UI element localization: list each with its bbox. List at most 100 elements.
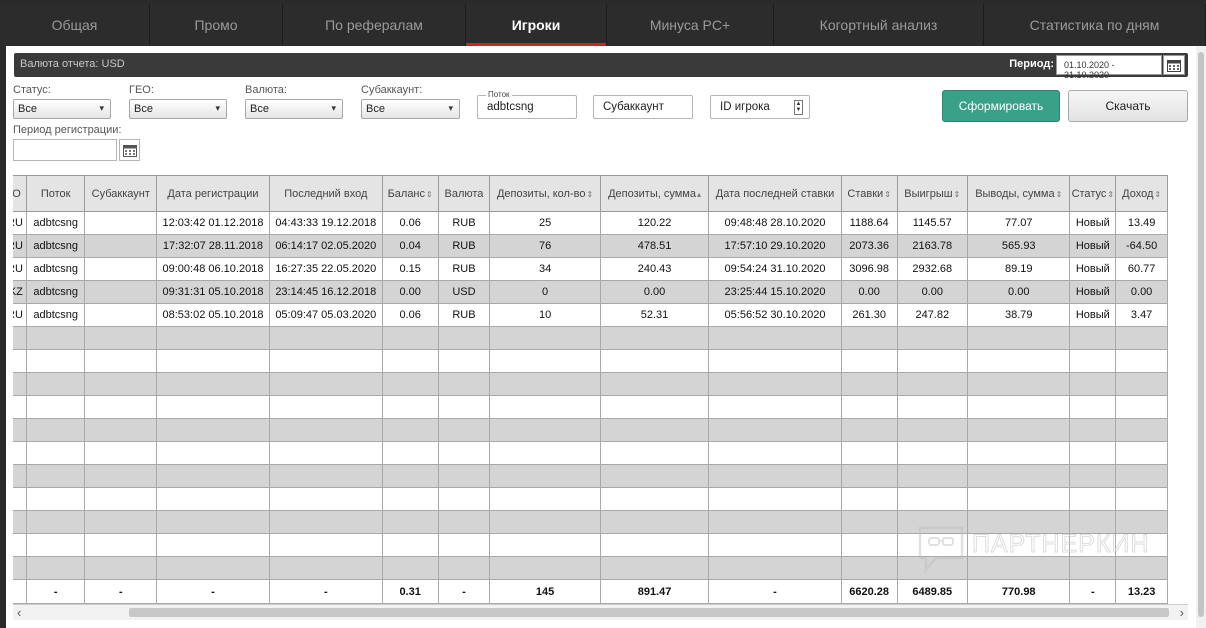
horizontal-scrollbar[interactable]: ‹ › [13, 604, 1188, 620]
table-cell [84, 303, 158, 327]
tab-item[interactable]: Когортный анализ [774, 4, 984, 46]
subaccount-select[interactable]: Все ▾ [361, 99, 460, 119]
sort-icon[interactable]: ▴ [697, 190, 701, 199]
column-header[interactable]: Дата регистрации [156, 175, 270, 212]
scroll-left-icon[interactable]: ‹ [17, 605, 21, 620]
table-cell [896, 418, 969, 442]
tab-item[interactable]: По рефералам [283, 4, 466, 46]
table-cell: 25 [489, 211, 601, 235]
table-cell [13, 326, 27, 350]
table-row[interactable]: KZadbtcsng 09:31:31 05.10.201823:14:45 16… [13, 280, 1168, 304]
sort-icon[interactable]: ⇕ [1056, 190, 1063, 199]
table-cell [156, 418, 270, 442]
tab-item[interactable]: Статистика по дням [984, 4, 1206, 46]
column-header[interactable]: Статус⇕ [1069, 175, 1117, 212]
column-header-label: Выигрыш [904, 187, 953, 200]
column-header[interactable]: Баланс⇕ [381, 175, 439, 212]
column-header-label: Последний вход [284, 187, 368, 200]
column-header[interactable]: Выводы, сумма⇕ [967, 175, 1071, 212]
table-cell: 261.30 [840, 303, 898, 327]
stepper-icon[interactable]: ▲ ▼ [794, 100, 803, 115]
empty-table-row [13, 349, 1168, 373]
vertical-scrollbar[interactable] [1196, 46, 1206, 628]
calendar-icon[interactable] [1163, 55, 1185, 75]
currency-select[interactable]: Все ▾ [245, 99, 343, 119]
table-cell [708, 487, 842, 511]
scroll-right-icon[interactable]: › [1180, 605, 1184, 620]
table-cell [708, 418, 842, 442]
table-cell: 3096.98 [840, 257, 898, 281]
column-header[interactable]: Выигрыш⇕ [896, 175, 969, 212]
table-row[interactable]: RUadbtcsng 08:53:02 05.10.201805:09:47 05… [13, 303, 1168, 327]
table-cell [13, 510, 27, 534]
table-cell: 1188.64 [840, 211, 898, 235]
column-header[interactable]: ГЕО [13, 175, 27, 212]
sort-icon[interactable]: ⇕ [1107, 190, 1114, 199]
table-cell [1115, 372, 1168, 396]
column-header[interactable]: Доход⇕ [1115, 175, 1168, 212]
column-header[interactable]: Последний вход [268, 175, 383, 212]
flow-field[interactable]: Поток adbtcsng [477, 90, 577, 119]
download-button[interactable]: Скачать [1068, 90, 1188, 122]
tab-item[interactable]: Игроки [466, 4, 607, 46]
column-header[interactable]: Валюта [437, 175, 491, 212]
report-currency-label: Валюта отчета: USD [20, 58, 125, 70]
total-cell: 770.98 [967, 579, 1071, 604]
table-cell: 06:14:17 02.05.2020 [268, 234, 383, 258]
table-cell [840, 372, 898, 396]
column-header[interactable]: Дата последней ставки [708, 175, 842, 212]
table-row[interactable]: RUadbtcsng 12:03:42 01.12.201804:43:33 19… [13, 211, 1168, 235]
table-cell: 565.93 [967, 234, 1071, 258]
column-header[interactable]: Ставки⇕ [840, 175, 898, 212]
dropdown-arrow-icon: ▾ [99, 103, 104, 113]
vertical-scroll-thumb[interactable] [1198, 52, 1204, 617]
table-cell: 23:14:45 16.12.2018 [268, 280, 383, 304]
tab-item[interactable]: Минуса PC+ [607, 4, 774, 46]
table-cell: 247.82 [896, 303, 969, 327]
period-input[interactable]: 01.10.2020 - 31.10.2020 [1056, 55, 1162, 80]
sort-icon[interactable]: ⇕ [426, 190, 433, 199]
sort-icon[interactable]: ⇕ [586, 190, 593, 199]
column-header[interactable]: Депозиты, сумма▴ [599, 175, 710, 212]
geo-select[interactable]: Все ▾ [129, 99, 227, 119]
table-cell: Новый [1069, 234, 1117, 258]
table-cell: 52.31 [599, 303, 710, 327]
column-header[interactable]: Депозиты, кол-во⇕ [489, 175, 601, 212]
table-cell [840, 418, 898, 442]
table-cell [381, 326, 439, 350]
subaccount-input[interactable]: Субаккаунт [593, 95, 693, 119]
table-row[interactable]: RUadbtcsng 09:00:48 06.10.201816:27:35 22… [13, 257, 1168, 281]
sort-icon[interactable]: ⇕ [954, 190, 961, 199]
table-cell [489, 372, 601, 396]
total-cell: - [437, 579, 491, 604]
report-panel: Валюта отчета: USD Период: 01.10.2020 - … [6, 46, 1206, 628]
horizontal-scroll-thumb[interactable] [129, 608, 1169, 617]
table-cell [156, 349, 270, 373]
table-cell [268, 510, 383, 534]
column-header[interactable]: Субаккаунт [84, 175, 158, 212]
table-cell [84, 372, 158, 396]
table-cell [1069, 487, 1117, 511]
calendar-icon[interactable] [119, 139, 140, 161]
table-cell [156, 395, 270, 419]
player-id-input[interactable]: ID игрока ▲ ▼ [710, 95, 810, 119]
generate-button[interactable]: Сформировать [942, 90, 1060, 122]
table-cell: 13.49 [1115, 211, 1168, 235]
column-header[interactable]: Поток [25, 175, 86, 212]
table-cell [25, 510, 86, 534]
sort-icon[interactable]: ⇕ [1154, 190, 1161, 199]
table-cell: RUB [437, 211, 491, 235]
table-cell [156, 464, 270, 488]
table-cell: adbtcsng [25, 303, 86, 327]
status-select[interactable]: Все ▾ [13, 99, 111, 119]
tab-item[interactable]: Общая [0, 4, 150, 46]
table-cell [437, 510, 491, 534]
reg-period-input[interactable] [13, 139, 117, 161]
sort-icon[interactable]: ⇕ [884, 190, 891, 199]
table-cell [1069, 464, 1117, 488]
table-row[interactable]: RUadbtcsng 17:32:07 28.11.201806:14:17 02… [13, 234, 1168, 258]
empty-table-row [13, 464, 1168, 488]
tab-item[interactable]: Промо [150, 4, 283, 46]
table-cell [381, 349, 439, 373]
table-cell [599, 510, 710, 534]
